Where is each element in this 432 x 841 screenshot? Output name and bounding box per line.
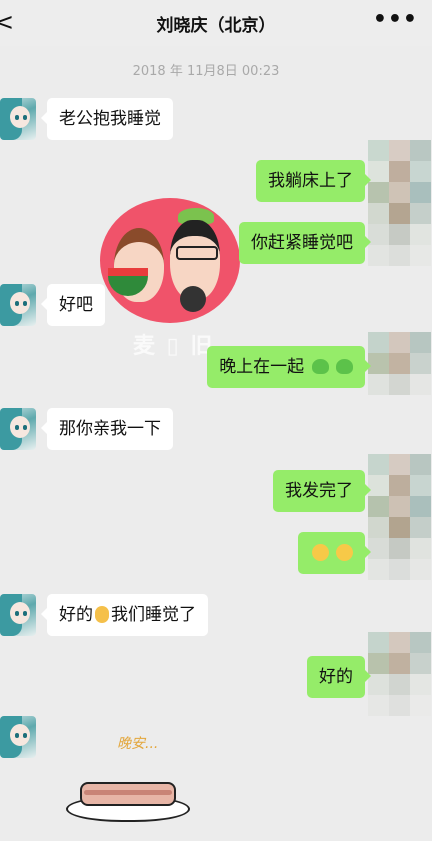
self-avatar-blurred[interactable] [368, 332, 432, 398]
message-text: 我们睡觉了 [111, 605, 196, 625]
message-bubble-received[interactable]: 好吧 [41, 284, 105, 326]
self-avatar-blurred[interactable] [368, 632, 432, 716]
shy-face-emoji-icon [336, 544, 353, 561]
sprout-emoji-icon [336, 359, 353, 374]
ellipsis-icon[interactable]: ••• [373, 7, 418, 32]
contact-avatar[interactable] [0, 98, 36, 140]
sticker-caption: 晚安... [117, 736, 159, 752]
couple-sticker[interactable] [100, 198, 240, 323]
message-bubble-sent[interactable]: 我躺床上了 [256, 160, 371, 202]
message-bubble-sent[interactable]: 晚上在一起 [207, 346, 371, 388]
self-avatar-blurred[interactable] [368, 140, 432, 266]
message-text: 好的 [59, 605, 93, 625]
ok-hand-emoji-icon [95, 606, 109, 623]
message-bubble-sent[interactable]: 我发完了 [273, 470, 371, 512]
message-bubble-received[interactable]: 好的 我们睡觉了 [41, 594, 208, 636]
contact-avatar[interactable] [0, 716, 36, 758]
message-text: 晚上在一起 [219, 357, 305, 377]
chat-header: < 刘晓庆（北京） ••• [0, 0, 432, 46]
message-bubble-received[interactable]: 那你亲我一下 [41, 408, 173, 450]
bed-sticker[interactable] [66, 780, 190, 824]
shy-face-emoji-icon [311, 544, 329, 561]
sprout-emoji-icon [311, 359, 329, 374]
contact-avatar[interactable] [0, 408, 36, 450]
message-bubble-sent[interactable]: 好的 [307, 656, 371, 698]
chat-title: 刘晓庆（北京） [156, 15, 276, 36]
watermark-logo: 麦 ▯ 旧 [133, 334, 215, 359]
message-timestamp: 2018 年 11月8日 00:23 [132, 64, 280, 79]
contact-avatar[interactable] [0, 284, 36, 326]
contact-avatar[interactable] [0, 594, 36, 636]
message-bubble-sent[interactable] [297, 532, 372, 574]
message-bubble-received[interactable]: 老公抱我睡觉 [41, 98, 173, 140]
message-bubble-sent[interactable]: 你赶紧睡觉吧 [239, 222, 371, 264]
self-avatar-blurred[interactable] [368, 454, 432, 580]
chevron-left-icon[interactable]: < [0, 8, 14, 36]
